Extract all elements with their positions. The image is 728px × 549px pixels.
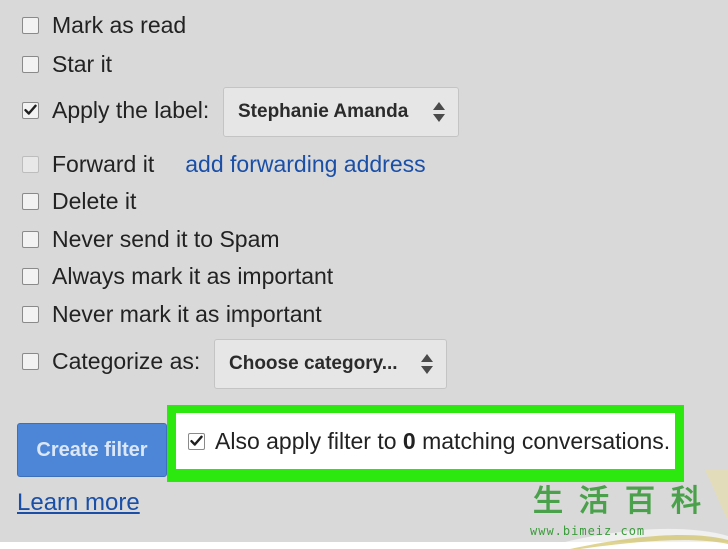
matching-count: 0 bbox=[402, 427, 416, 454]
mark-as-read-checkbox[interactable] bbox=[22, 16, 39, 34]
option-mark-as-read[interactable]: Mark as read bbox=[22, 5, 186, 45]
also-apply-label: Also apply filter to 0 matching conversa… bbox=[215, 428, 670, 455]
never-spam-checkbox[interactable] bbox=[22, 230, 39, 248]
categorize-checkbox[interactable] bbox=[22, 352, 39, 370]
highlight-frame: Also apply filter to 0 matching conversa… bbox=[167, 405, 684, 482]
option-star-it[interactable]: Star it bbox=[22, 44, 112, 84]
learn-more-link[interactable]: Learn more bbox=[17, 489, 140, 517]
option-never-important[interactable]: Never mark it as important bbox=[22, 294, 322, 334]
option-apply-label[interactable]: Apply the label: bbox=[22, 90, 209, 130]
delete-it-label: Delete it bbox=[52, 187, 137, 214]
checkmark-icon bbox=[24, 104, 37, 115]
categorize-label: Categorize as: bbox=[52, 347, 201, 374]
option-never-spam[interactable]: Never send it to Spam bbox=[22, 219, 280, 259]
option-categorize[interactable]: Categorize as: bbox=[22, 341, 200, 381]
add-forwarding-address-link[interactable]: add forwarding address bbox=[185, 151, 425, 178]
option-always-important[interactable]: Always mark it as important bbox=[22, 256, 333, 296]
label-select[interactable]: Stephanie Amanda bbox=[223, 87, 459, 137]
option-forward-it: Forward it add forwarding address bbox=[22, 144, 426, 184]
delete-it-checkbox[interactable] bbox=[22, 192, 39, 210]
also-apply-option[interactable]: Also apply filter to 0 matching conversa… bbox=[176, 413, 675, 469]
also-apply-prefix: Also apply filter to bbox=[215, 427, 403, 454]
filter-options-panel: Mark as read Star it Apply the label: St… bbox=[0, 0, 728, 542]
apply-label-label: Apply the label: bbox=[52, 96, 210, 123]
also-apply-checkbox[interactable] bbox=[188, 432, 205, 450]
label-select-value: Stephanie Amanda bbox=[238, 101, 409, 122]
never-important-checkbox[interactable] bbox=[22, 305, 39, 323]
apply-label-checkbox[interactable] bbox=[22, 101, 39, 119]
option-delete-it[interactable]: Delete it bbox=[22, 181, 136, 221]
category-select[interactable]: Choose category... bbox=[214, 339, 447, 389]
always-important-checkbox[interactable] bbox=[22, 267, 39, 285]
forward-it-label: Forward it bbox=[52, 150, 155, 177]
also-apply-suffix: matching conversations. bbox=[415, 427, 671, 454]
mark-as-read-label: Mark as read bbox=[52, 11, 187, 38]
never-important-label: Never mark it as important bbox=[52, 300, 322, 327]
select-arrows-icon bbox=[433, 102, 445, 122]
always-important-label: Always mark it as important bbox=[52, 262, 334, 289]
select-arrows-icon bbox=[421, 354, 433, 374]
checkmark-icon bbox=[190, 435, 203, 446]
star-it-checkbox[interactable] bbox=[22, 55, 39, 73]
create-filter-button[interactable]: Create filter bbox=[17, 423, 167, 477]
never-spam-label: Never send it to Spam bbox=[52, 225, 280, 252]
star-it-label: Star it bbox=[52, 50, 113, 77]
category-select-value: Choose category... bbox=[229, 353, 398, 374]
forward-it-checkbox bbox=[22, 155, 39, 173]
